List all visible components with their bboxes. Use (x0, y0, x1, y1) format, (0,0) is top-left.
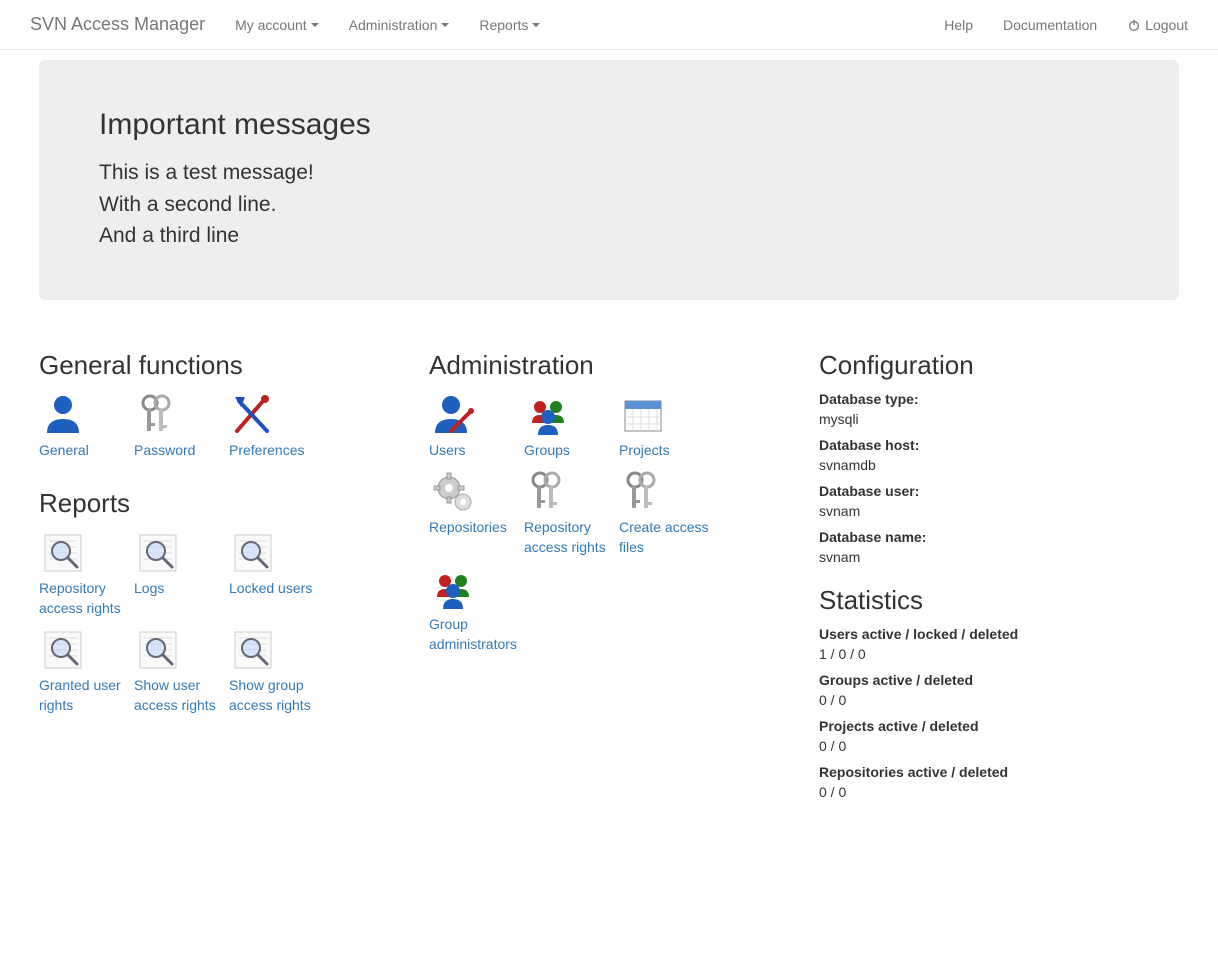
config-label: Database type: (819, 391, 1179, 407)
logout-label: Logout (1145, 17, 1188, 33)
nav-help[interactable]: Help (929, 17, 988, 33)
reports-item: Show group access rights (229, 626, 324, 715)
admin-link[interactable]: Group administrators (429, 615, 524, 654)
keys-icon[interactable] (524, 468, 572, 516)
reports-item: Repository access rights (39, 529, 134, 618)
reports-link[interactable]: Granted user rights (39, 676, 134, 715)
reports-link[interactable]: Repository access rights (39, 579, 134, 618)
config-label: Database name: (819, 529, 1179, 545)
stats-label: Groups active / deleted (819, 672, 1179, 688)
nav-administration[interactable]: Administration (334, 17, 465, 33)
messages-panel: Important messages This is a test messag… (39, 60, 1179, 300)
admin-link[interactable]: Repositories (429, 518, 507, 538)
nav-label: My account (235, 17, 307, 33)
config-value: mysqli (819, 411, 1179, 427)
config-value: svnam (819, 503, 1179, 519)
config-value: svnamdb (819, 457, 1179, 473)
general-link[interactable]: Password (134, 441, 195, 461)
message-line: With a second line. (99, 189, 1119, 221)
admin-link[interactable]: Repository access rights (524, 518, 619, 557)
admin-item: Users (429, 391, 524, 461)
tools-icon[interactable] (229, 391, 277, 439)
search-icon[interactable] (134, 626, 182, 674)
messages-title: Important messages (99, 108, 1119, 142)
reports-link[interactable]: Show user access rights (134, 676, 229, 715)
reports-link[interactable]: Show group access rights (229, 676, 324, 715)
keys-icon[interactable] (134, 391, 182, 439)
search-icon[interactable] (229, 529, 277, 577)
navbar: SVN Access Manager My account Administra… (0, 0, 1218, 50)
user-tool-icon[interactable] (429, 391, 477, 439)
nav-reports[interactable]: Reports (464, 17, 555, 33)
groups-icon[interactable] (429, 565, 477, 613)
reports-item: Granted user rights (39, 626, 134, 715)
stats-value: 0 / 0 (819, 784, 1179, 800)
nav-logout[interactable]: Logout (1112, 17, 1203, 33)
general-item: Password (134, 391, 229, 461)
brand[interactable]: SVN Access Manager (15, 14, 220, 35)
config-label: Database host: (819, 437, 1179, 453)
general-item: General (39, 391, 134, 461)
gears-icon[interactable] (429, 468, 477, 516)
reports-link[interactable]: Locked users (229, 579, 312, 599)
admin-item: Create access files (619, 468, 714, 557)
config-value: svnam (819, 549, 1179, 565)
general-column: General functions General Password Prefere… (39, 330, 399, 724)
user-icon[interactable] (39, 391, 87, 439)
calendar-icon[interactable] (619, 391, 667, 439)
admin-link[interactable]: Groups (524, 441, 570, 461)
config-column: Configuration Database type: mysqli Databa… (819, 330, 1179, 808)
stats-label: Repositories active / deleted (819, 764, 1179, 780)
search-icon[interactable] (229, 626, 277, 674)
power-icon (1127, 18, 1141, 32)
general-item: Preferences (229, 391, 324, 461)
config-heading: Configuration (819, 350, 1179, 381)
caret-icon (532, 23, 540, 27)
groups-icon[interactable] (524, 391, 572, 439)
config-label: Database user: (819, 483, 1179, 499)
admin-heading: Administration (429, 350, 789, 381)
search-icon[interactable] (39, 529, 87, 577)
stats-label: Users active / locked / deleted (819, 626, 1179, 642)
reports-item: Show user access rights (134, 626, 229, 715)
keys-icon[interactable] (619, 468, 667, 516)
reports-item: Locked users (229, 529, 324, 618)
nav-my-account[interactable]: My account (220, 17, 334, 33)
search-icon[interactable] (39, 626, 87, 674)
general-link[interactable]: Preferences (229, 441, 304, 461)
admin-item: Groups (524, 391, 619, 461)
admin-link[interactable]: Projects (619, 441, 670, 461)
admin-item: Repositories (429, 468, 524, 557)
search-icon[interactable] (134, 529, 182, 577)
admin-item: Group administrators (429, 565, 524, 654)
stats-label: Projects active / deleted (819, 718, 1179, 734)
nav-label: Reports (479, 17, 528, 33)
admin-column: Administration Users Groups Projects Reposi… (429, 330, 789, 663)
admin-link[interactable]: Create access files (619, 518, 714, 557)
nav-label: Administration (349, 17, 438, 33)
stats-heading: Statistics (819, 585, 1179, 616)
stats-value: 0 / 0 (819, 738, 1179, 754)
message-line: This is a test message! (99, 157, 1119, 189)
admin-item: Projects (619, 391, 714, 461)
caret-icon (311, 23, 319, 27)
stats-value: 0 / 0 (819, 692, 1179, 708)
admin-link[interactable]: Users (429, 441, 466, 461)
general-heading: General functions (39, 350, 399, 381)
general-link[interactable]: General (39, 441, 89, 461)
reports-link[interactable]: Logs (134, 579, 164, 599)
stats-value: 1 / 0 / 0 (819, 646, 1179, 662)
caret-icon (441, 23, 449, 27)
nav-docs[interactable]: Documentation (988, 17, 1112, 33)
reports-item: Logs (134, 529, 229, 618)
message-line: And a third line (99, 220, 1119, 252)
reports-heading: Reports (39, 488, 399, 519)
admin-item: Repository access rights (524, 468, 619, 557)
